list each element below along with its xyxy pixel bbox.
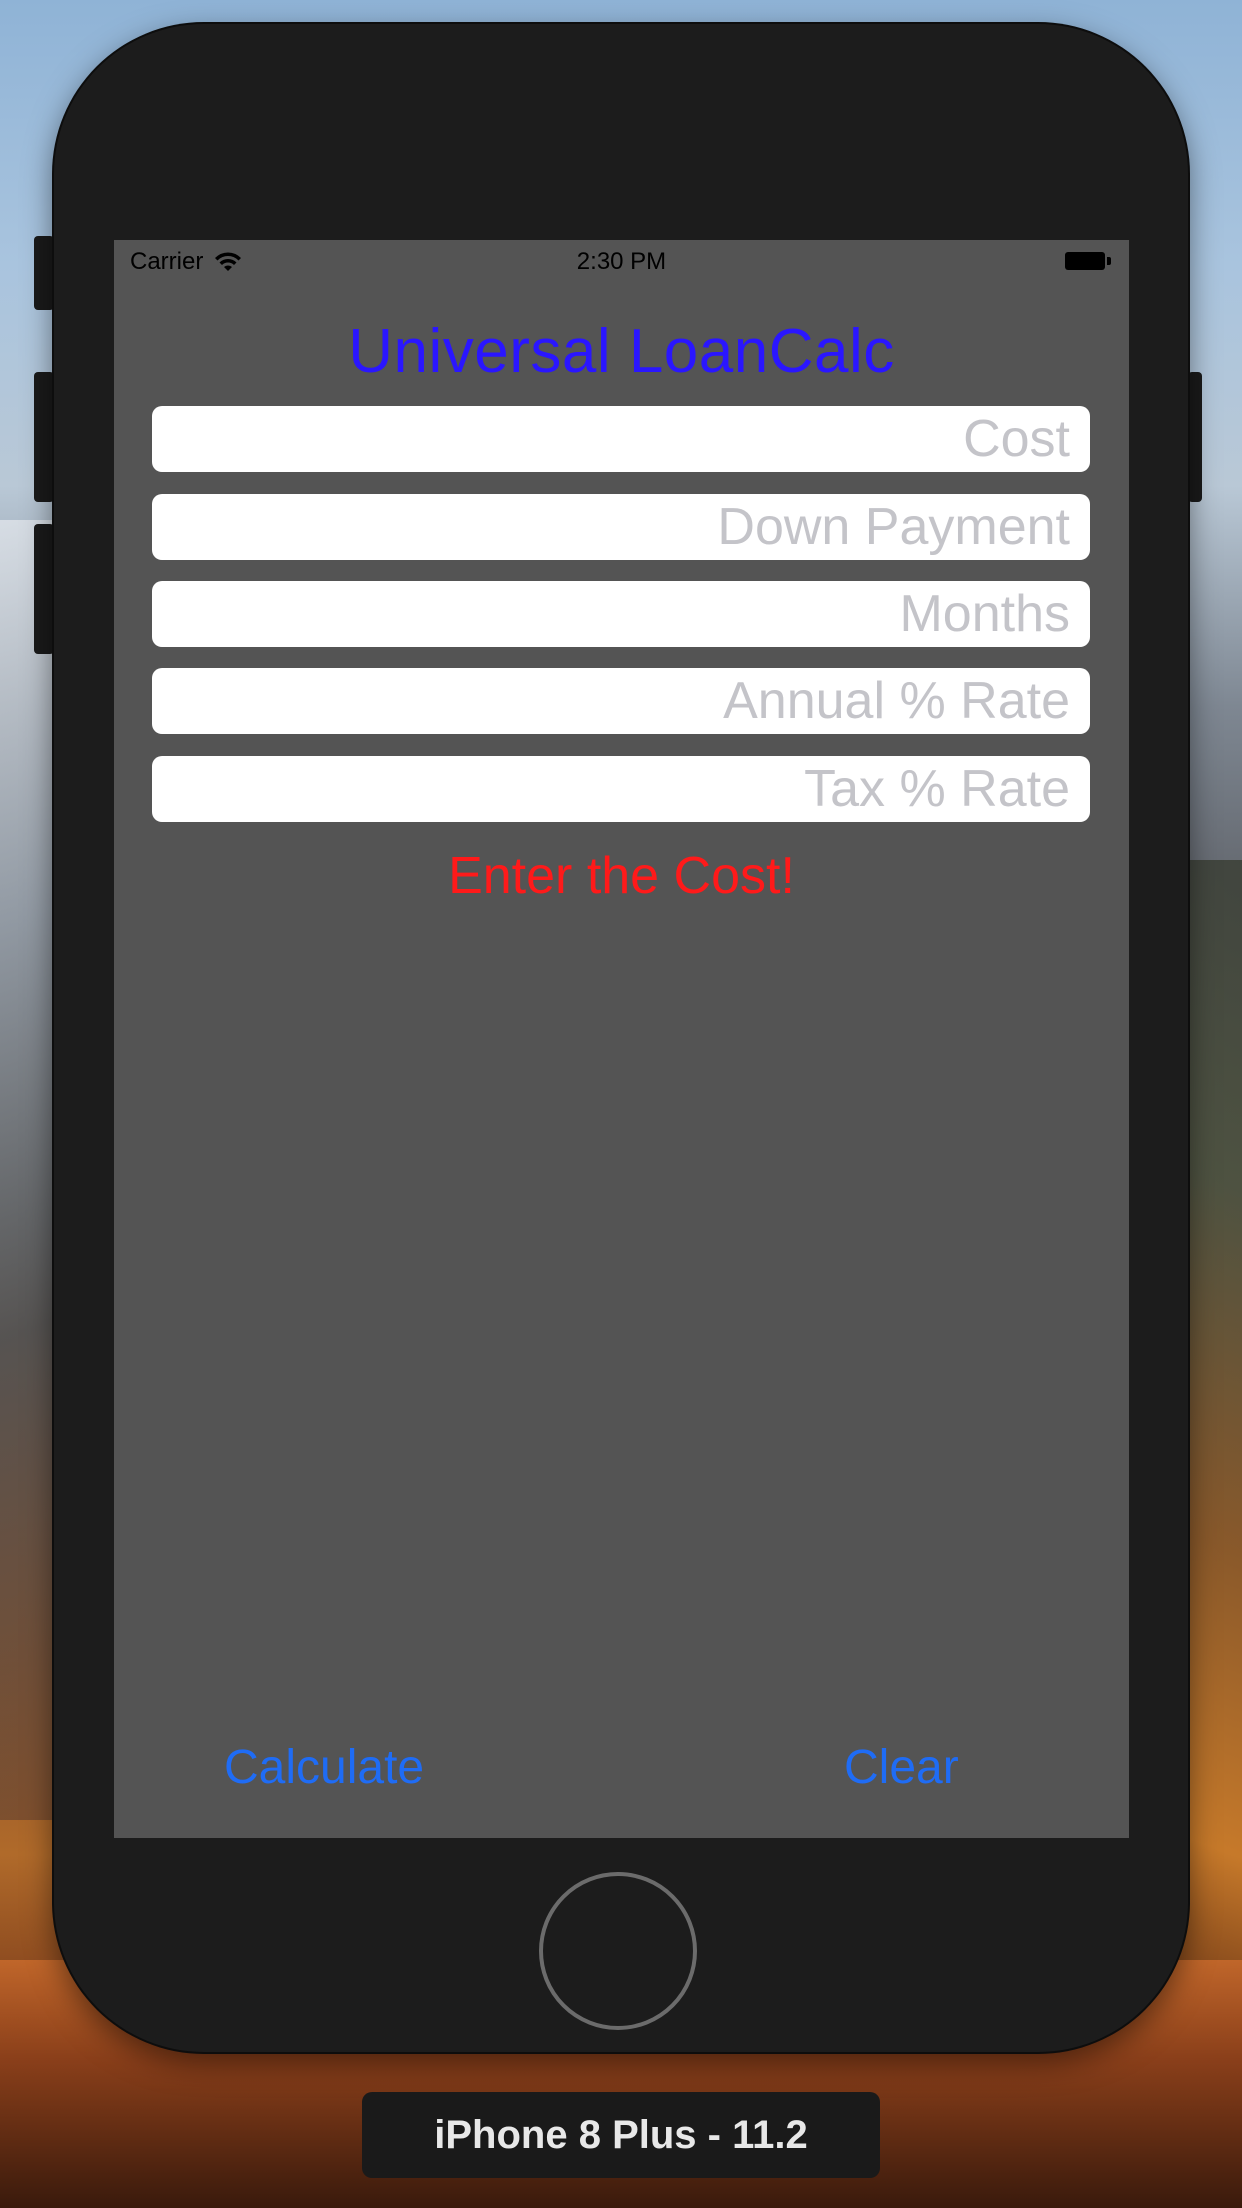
down-payment-input[interactable] [152, 494, 1090, 560]
home-button[interactable] [539, 1872, 697, 2030]
mute-switch[interactable] [34, 236, 54, 310]
status-bar: Carrier 2:30 PM [114, 240, 1129, 284]
clear-button[interactable]: Clear [844, 1740, 959, 1795]
months-input[interactable] [152, 581, 1090, 647]
annual-rate-input[interactable] [152, 668, 1090, 734]
volume-down-button[interactable] [34, 524, 54, 654]
power-button[interactable] [1188, 372, 1202, 502]
status-time: 2:30 PM [576, 248, 667, 275]
tax-rate-input[interactable] [152, 756, 1090, 822]
cost-input[interactable] [152, 406, 1090, 472]
app-title: Universal LoanCalc [348, 317, 895, 386]
calculate-button[interactable]: Calculate [224, 1740, 424, 1795]
battery-icon [1065, 252, 1111, 270]
app-screen: Carrier 2:30 PM Universal LoanCalc Enter… [114, 240, 1129, 1838]
volume-up-button[interactable] [34, 372, 54, 502]
error-message: Enter the Cost! [448, 847, 795, 905]
simulator-device-label: iPhone 8 Plus - 11.2 [362, 2092, 880, 2178]
